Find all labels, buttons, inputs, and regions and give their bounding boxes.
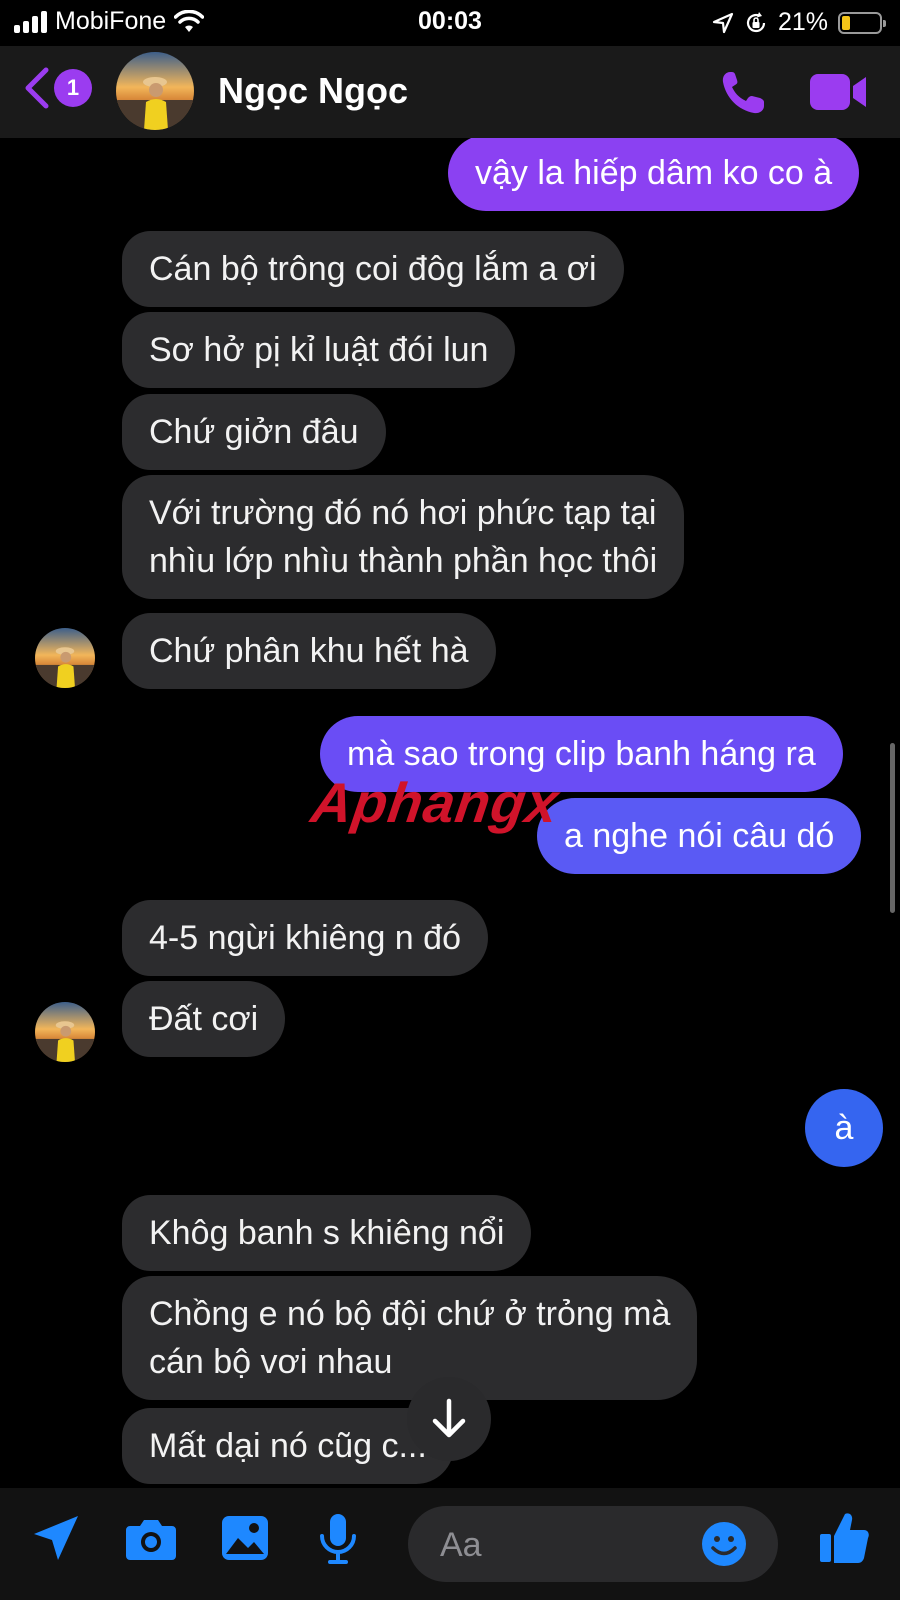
status-bar: MobiFone 00:03 21% bbox=[0, 0, 900, 46]
message-line: nhìu lớp nhìu thành phần học thôi bbox=[149, 542, 658, 580]
message-bubble-incoming[interactable]: Đất cơi bbox=[122, 981, 286, 1057]
arrow-down-icon bbox=[432, 1398, 466, 1438]
sender-avatar[interactable] bbox=[35, 1002, 95, 1062]
message-bubble-incoming[interactable]: Sơ hở pị kỉ luật đói lun bbox=[122, 312, 516, 388]
avatar-image bbox=[35, 628, 95, 688]
message-composer bbox=[0, 1488, 900, 1600]
watermark: Aphangx bbox=[307, 770, 563, 835]
message-line: Với trường đó nó hơi phức tạp tại bbox=[149, 494, 657, 532]
battery-icon bbox=[838, 11, 886, 34]
avatar-image bbox=[116, 52, 194, 130]
battery-percent: 21% bbox=[777, 8, 828, 36]
message-input[interactable] bbox=[438, 1506, 692, 1584]
location-icon bbox=[712, 12, 734, 33]
video-camera-icon[interactable] bbox=[808, 68, 870, 116]
avatar-image bbox=[35, 1002, 95, 1062]
message-bubble-incoming[interactable]: Mất dại nó cũg c... bbox=[122, 1408, 454, 1484]
message-bubble-incoming[interactable]: Khôg banh s khiêng nổi bbox=[122, 1195, 532, 1271]
message-bubble-incoming[interactable]: Cán bộ trông coi đôg lắm a ơi bbox=[122, 231, 624, 307]
scroll-to-bottom-button[interactable] bbox=[407, 1377, 491, 1461]
back-button[interactable]: 1 bbox=[22, 66, 92, 110]
camera-icon[interactable] bbox=[124, 1516, 178, 1562]
send-location-icon[interactable] bbox=[30, 1512, 82, 1564]
rotation-lock-icon bbox=[746, 11, 766, 32]
status-right: 21% bbox=[712, 8, 886, 37]
sender-avatar[interactable] bbox=[35, 628, 95, 688]
message-bubble-incoming[interactable]: Chồng e nó bộ đội chứ ở trỏng mà cán bộ … bbox=[122, 1276, 698, 1400]
scrollbar[interactable] bbox=[890, 743, 895, 913]
message-bubble-incoming[interactable]: Với trường đó nó hơi phức tạp tại nhìu l… bbox=[122, 475, 685, 599]
message-line: Chồng e nó bộ đội chứ ở trỏng mà bbox=[149, 1295, 671, 1333]
unread-badge: 1 bbox=[54, 69, 92, 107]
message-bubble-incoming[interactable]: Chứ phân khu hết hà bbox=[122, 613, 496, 689]
message-input-container[interactable] bbox=[408, 1506, 778, 1584]
contact-name[interactable]: Ngọc Ngọc bbox=[218, 70, 408, 112]
image-icon[interactable] bbox=[220, 1514, 270, 1562]
emoji-icon[interactable] bbox=[700, 1520, 748, 1568]
message-bubble-outgoing[interactable]: vậy la hiếp dâm ko co à bbox=[448, 138, 860, 211]
message-bubble-incoming[interactable]: Chứ giởn đâu bbox=[122, 394, 386, 470]
back-chevron-icon bbox=[25, 67, 49, 109]
contact-avatar[interactable] bbox=[116, 52, 194, 130]
message-bubble-outgoing[interactable]: a nghe nói câu dó bbox=[537, 798, 862, 874]
battery-level bbox=[842, 15, 850, 30]
message-bubble-incoming[interactable]: 4-5 ngừi khiêng n đó bbox=[122, 900, 488, 976]
chat-header: 1 Ngọc Ngọc bbox=[0, 46, 900, 138]
message-bubble-outgoing[interactable]: à bbox=[805, 1089, 883, 1167]
watermark-text: Aphangx bbox=[307, 771, 563, 834]
thumbs-up-icon[interactable] bbox=[818, 1510, 870, 1566]
phone-icon[interactable] bbox=[718, 68, 768, 118]
message-line: cán bộ vơi nhau bbox=[149, 1343, 393, 1381]
microphone-icon[interactable] bbox=[318, 1512, 358, 1566]
